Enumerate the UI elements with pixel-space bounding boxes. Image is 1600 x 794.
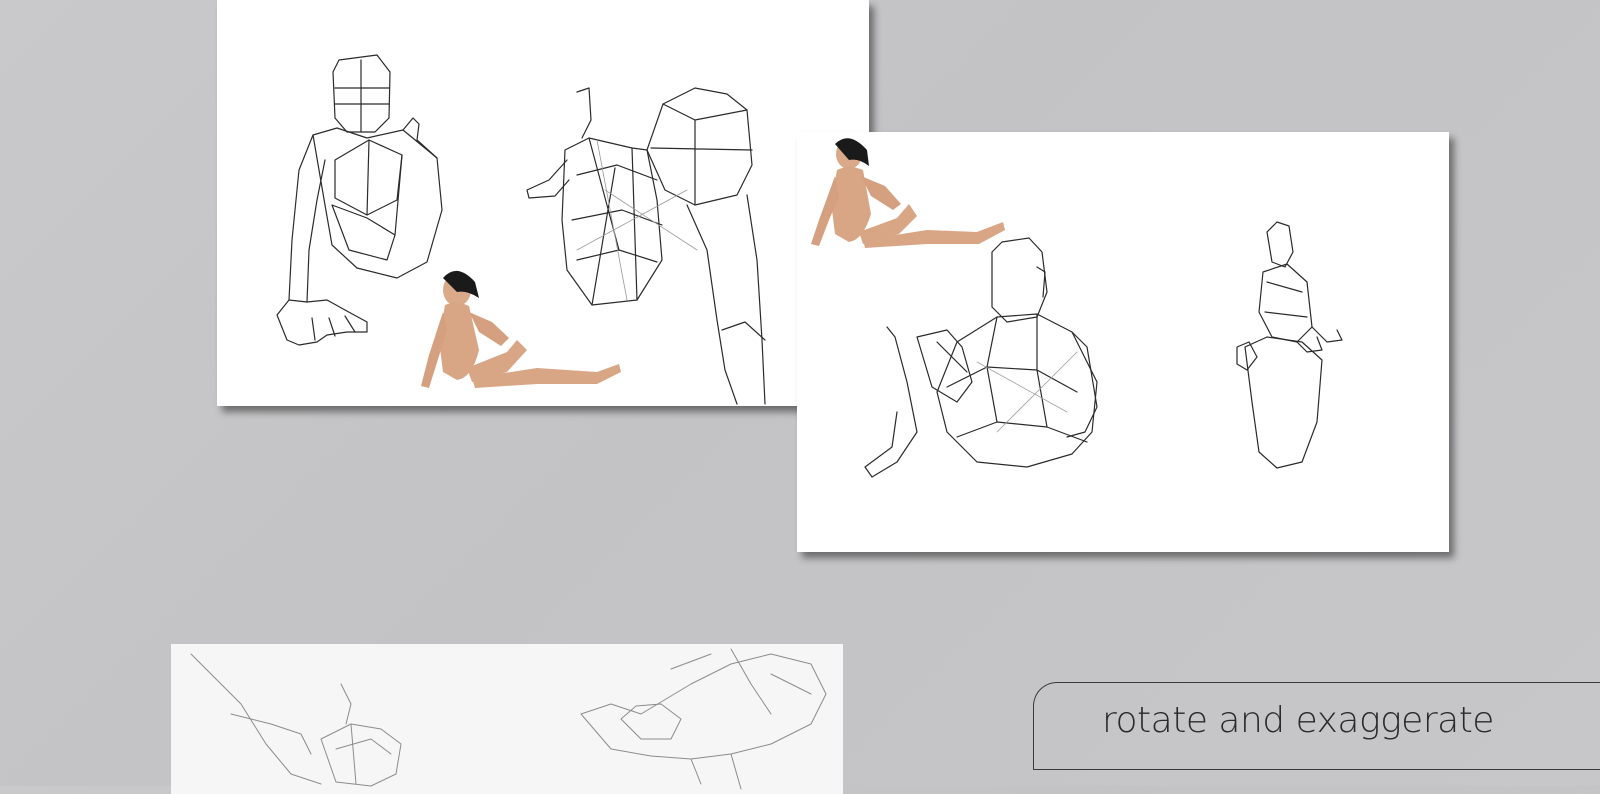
reference-photo-1	[421, 270, 621, 388]
sketch-drawing-3	[190, 648, 827, 790]
sketch-panel-3	[171, 644, 843, 794]
sketch-panel-1	[217, 0, 869, 406]
sketch-drawing-2	[811, 138, 1343, 478]
reference-photo-2	[811, 138, 1005, 248]
sketch-panel-2	[797, 132, 1449, 552]
sketch-drawing-1	[276, 54, 766, 405]
caption-title: rotate and exaggerate	[1102, 700, 1494, 741]
